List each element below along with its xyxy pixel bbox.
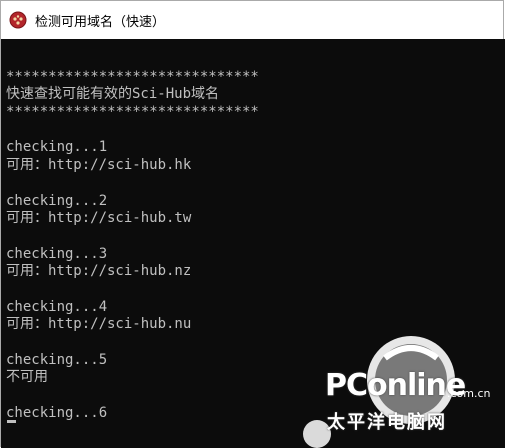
console-line: checking...4: [6, 298, 108, 315]
console-line: 可用：http://sci-hub.nu: [6, 316, 192, 333]
console-window: 检测可用域名（快速） *****************************…: [0, 0, 505, 448]
console-line: 可用：http://sci-hub.hk: [6, 157, 192, 174]
console-line: checking...2: [6, 192, 108, 209]
watermark-domain: .com.cn: [447, 387, 491, 400]
title-bar[interactable]: 检测可用域名（快速）: [1, 1, 503, 39]
app-icon: [9, 11, 27, 29]
console-output-area[interactable]: ****************************** 快速查找可能有效的S…: [1, 39, 505, 448]
watermark-chinese: 太平洋电脑网: [327, 412, 447, 433]
console-line: 快速查找可能有效的Sci-Hub域名: [6, 86, 220, 103]
console-line: checking...5: [6, 351, 108, 368]
console-line: checking...6: [6, 404, 108, 421]
text-cursor: [7, 420, 16, 423]
console-line: ******************************: [6, 104, 259, 121]
console-line: checking...1: [6, 139, 108, 156]
watermark-brand: PConline: [325, 368, 466, 403]
console-text: ****************************** 快速查找可能有效的S…: [6, 51, 259, 422]
console-line: checking...3: [6, 245, 108, 262]
pconline-watermark: PConline .com.cn 太平洋电脑网: [301, 318, 505, 448]
window-title: 检测可用域名（快速）: [35, 14, 166, 30]
console-line: 可用：http://sci-hub.nz: [6, 263, 192, 280]
console-line: 可用：http://sci-hub.tw: [6, 210, 192, 227]
console-line: ******************************: [6, 68, 259, 85]
console-line: 不可用: [6, 369, 48, 386]
